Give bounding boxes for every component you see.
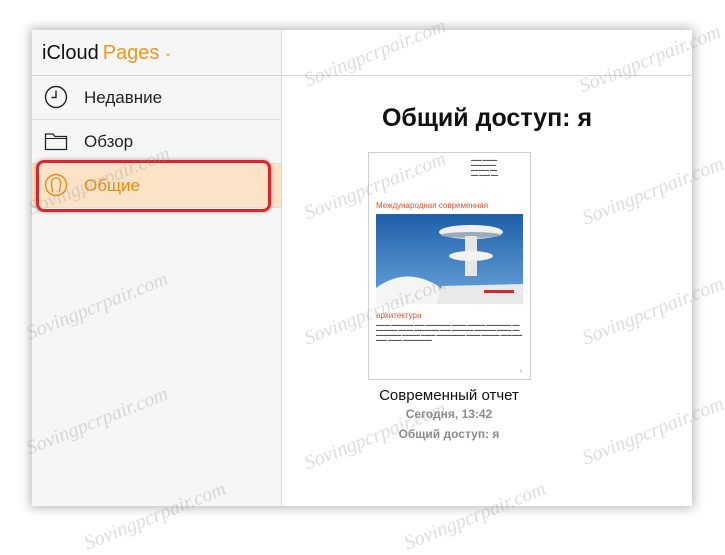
- main-toolbar: [282, 30, 692, 76]
- folder-icon: [44, 133, 68, 151]
- document-thumbnail[interactable]: ▬▬▬ ▬▬▬▬ ▬▬▬▬▬▬▬ ▬▬▬▬▬ ▬▬ ▬▬ ▬▬▬ ▬▬ Междуна…: [368, 152, 531, 380]
- app-switcher[interactable]: iCloud Pages ⌄: [42, 42, 173, 65]
- thumbnail-author-block: ▬▬▬ ▬▬▬▬ ▬▬▬▬▬▬▬ ▬▬▬▬▬ ▬▬ ▬▬ ▬▬▬ ▬▬: [471, 158, 499, 177]
- clock-icon: [44, 85, 68, 109]
- app-name-label: Pages: [102, 42, 160, 64]
- thumbnail-page-number: 1: [519, 368, 522, 373]
- shared-person-icon: [44, 173, 68, 197]
- sidebar-item-shared[interactable]: Общие: [32, 164, 281, 208]
- architecture-photo: [376, 214, 523, 304]
- page-title: Общий доступ: я: [381, 104, 593, 132]
- document-modified: Сегодня, 13:42: [405, 407, 493, 421]
- document-shared-status: Общий доступ: я: [398, 427, 500, 441]
- thumbnail-heading: Международная современная: [376, 201, 489, 210]
- thumbnail-body-text: ▬▬▬▬ ▬▬▬▬▬▬ ▬▬▬ ▬▬▬▬▬▬▬ ▬▬▬▬ ▬▬▬▬▬ ▬▬▬▬▬…: [376, 323, 523, 342]
- sidebar-header: iCloud Pages ⌄: [32, 30, 281, 76]
- chevron-down-icon: ⌄: [163, 47, 173, 59]
- sidebar-item-label: Общие: [84, 176, 140, 195]
- brand-label: iCloud: [42, 42, 99, 64]
- sidebar-item-browse[interactable]: Обзор: [32, 120, 281, 164]
- document-name[interactable]: Современный отчет: [344, 387, 554, 404]
- sidebar: iCloud Pages ⌄ Недавние Обзор Общие: [32, 30, 282, 506]
- thumbnail-subheading: архитектура: [376, 311, 422, 320]
- main-content: Общий доступ: я ▬▬▬ ▬▬▬▬ ▬▬▬▬▬▬▬ ▬▬▬▬▬ ▬▬ ▬…: [282, 76, 692, 506]
- sidebar-item-recent[interactable]: Недавние: [32, 76, 281, 120]
- sidebar-item-label: Обзор: [84, 132, 134, 151]
- pages-window: iCloud Pages ⌄ Недавние Обзор Общие Общи…: [32, 30, 692, 506]
- sidebar-item-label: Недавние: [84, 88, 163, 107]
